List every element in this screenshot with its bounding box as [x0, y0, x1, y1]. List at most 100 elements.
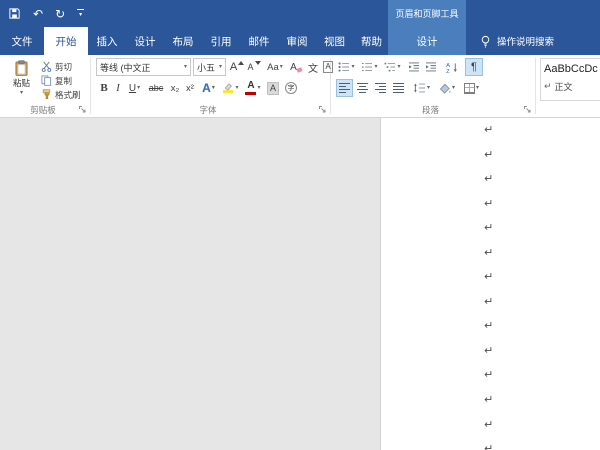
tab-design[interactable]: 设计 [126, 27, 164, 55]
underline-button[interactable]: U▾ [125, 79, 144, 97]
caret-down-icon: ▾ [79, 12, 82, 18]
bullet-list-icon [338, 62, 350, 72]
tab-file[interactable]: 文件 [0, 27, 44, 55]
document-area[interactable]: ↵↵↵↵↵↵↵↵↵↵↵↵↵↵ [0, 118, 600, 450]
tab-headerfooter-design[interactable]: 设计 [394, 27, 460, 55]
font-dialog-launcher[interactable] [318, 105, 327, 114]
tab-help[interactable]: 帮助 [353, 27, 390, 55]
outdent-icon [408, 62, 420, 72]
style-normal-item[interactable]: AaBbCcDc ↵ 正文 [540, 58, 600, 101]
line-spacing-button[interactable]: ▾ [410, 79, 433, 97]
paragraph-mark: ↵ [484, 216, 493, 241]
text-effects-button[interactable]: A▾ [199, 79, 218, 97]
caret-down-icon: ▾ [397, 64, 400, 70]
font-size-select[interactable]: 小五 ▾ [193, 58, 226, 76]
paragraph-mark: ↵ [484, 265, 493, 290]
style-preview: AaBbCcDc [541, 59, 600, 75]
font-color-button[interactable]: A ▾ [243, 79, 263, 97]
document-page[interactable]: ↵↵↵↵↵↵↵↵↵↵↵↵↵↵ [380, 118, 600, 450]
borders-button[interactable]: ▾ [460, 79, 483, 97]
align-right-button[interactable] [372, 79, 389, 97]
clear-formatting-icon: A [290, 62, 297, 73]
paragraph-mark: ↵ [484, 363, 493, 388]
paste-button[interactable]: 粘贴 ▾ [5, 58, 38, 103]
paragraph-dialog-launcher[interactable] [523, 105, 532, 114]
justify-icon [393, 83, 404, 93]
format-painter-icon [41, 89, 52, 100]
bold-button[interactable]: B [97, 79, 111, 97]
undo-button[interactable]: ↶ [33, 8, 43, 20]
shrink-font-button[interactable]: A [246, 58, 262, 76]
numbering-button[interactable]: ▾ [359, 58, 380, 76]
align-center-button[interactable] [354, 79, 371, 97]
strikethrough-button[interactable]: abc [146, 79, 166, 97]
group-separator [90, 58, 91, 114]
qat-customize-button[interactable]: ▾ [77, 9, 84, 18]
tab-home[interactable]: 开始 [44, 27, 88, 55]
paragraph-mark: ↵ [484, 314, 493, 339]
increase-indent-button[interactable] [423, 58, 439, 76]
caret-down-icon: ▾ [374, 64, 377, 70]
character-border-button[interactable]: A [321, 58, 335, 76]
character-shading-button[interactable]: A [265, 79, 281, 97]
quick-access-toolbar: ↶ ↻ ▾ [8, 0, 84, 27]
caret-down-icon: ▾ [452, 85, 455, 91]
tab-references[interactable]: 引用 [202, 27, 240, 55]
copy-icon [41, 75, 52, 86]
paragraph-mark: ↵ [484, 339, 493, 364]
style-name: 正文 [555, 80, 573, 93]
italic-button[interactable]: I [112, 79, 124, 97]
save-button[interactable] [8, 7, 21, 20]
superscript-button[interactable]: x² [183, 79, 197, 97]
tab-insert[interactable]: 插入 [88, 27, 126, 55]
grow-font-button[interactable]: A [229, 58, 245, 76]
format-painter-button[interactable]: 格式刷 [41, 88, 81, 101]
paragraph-group-label: 段落 [332, 104, 529, 116]
clipboard-dialog-launcher[interactable] [78, 105, 87, 114]
copy-label: 复制 [55, 75, 72, 87]
highlight-color-button[interactable]: ▾ [220, 79, 241, 97]
font-color-icon: A [245, 81, 256, 95]
redo-button[interactable]: ↻ [55, 8, 65, 20]
character-border-icon: A [323, 61, 333, 73]
sort-button[interactable]: AZ [442, 58, 462, 76]
align-right-icon [375, 83, 386, 93]
strikethrough-icon: abc [149, 83, 164, 93]
title-bar: ↶ ↻ ▾ 页眉和页脚工具 [0, 0, 600, 27]
paragraph-mark: ↵ [484, 143, 493, 168]
line-spacing-icon [413, 83, 426, 93]
tab-review[interactable]: 审阅 [278, 27, 316, 55]
clear-formatting-button[interactable]: A [288, 58, 304, 76]
caret-down-icon: ▾ [351, 64, 354, 70]
shading-button[interactable]: ▾ [436, 79, 458, 97]
copy-button[interactable]: 复制 [41, 74, 72, 87]
tell-me-search[interactable]: 操作说明搜索 [480, 27, 554, 55]
paragraph-mark: ↵ [484, 118, 493, 143]
dialog-launcher-icon [78, 105, 87, 114]
tab-view[interactable]: 视图 [316, 27, 353, 55]
enclose-characters-button[interactable]: 字 [283, 79, 299, 97]
style-name-row: ↵ 正文 [541, 75, 600, 93]
caret-down-icon: ▾ [219, 64, 222, 70]
subscript-button[interactable]: x₂ [168, 79, 182, 97]
font-name-select[interactable]: 等线 (中文正 ▾ [96, 58, 191, 76]
down-triangle-icon [255, 61, 261, 65]
decrease-indent-button[interactable] [406, 58, 422, 76]
enclose-characters-icon: 字 [285, 82, 297, 94]
multilevel-list-button[interactable]: ▾ [382, 58, 403, 76]
undo-icon: ↶ [33, 8, 43, 20]
phonetic-guide-button[interactable]: 文 [306, 58, 320, 76]
caret-down-icon: ▾ [235, 85, 238, 91]
paragraph-mark: ↵ [484, 241, 493, 266]
tab-layout[interactable]: 布局 [164, 27, 202, 55]
show-marks-button[interactable]: ¶ [465, 58, 483, 76]
tab-mailings[interactable]: 邮件 [240, 27, 278, 55]
change-case-button[interactable]: Aa▾ [264, 58, 286, 76]
svg-text:Z: Z [446, 68, 450, 72]
justify-button[interactable] [390, 79, 407, 97]
cut-button[interactable]: 剪切 [41, 60, 72, 73]
align-left-button[interactable] [336, 79, 353, 97]
indent-icon [425, 62, 437, 72]
caret-down-icon: ▾ [212, 85, 215, 91]
bullets-button[interactable]: ▾ [336, 58, 357, 76]
